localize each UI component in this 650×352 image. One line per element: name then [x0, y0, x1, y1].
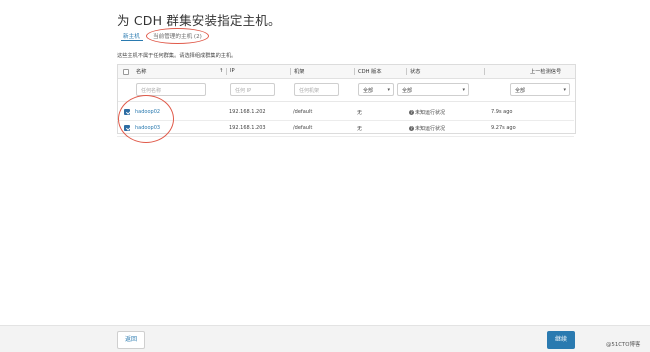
column-header-cdh-version[interactable]: CDH 版本 [358, 68, 382, 75]
column-header-ip[interactable]: IP [230, 68, 235, 74]
tab-new-hosts[interactable]: 新主机 [123, 32, 140, 40]
host-ip: 192.168.1.202 [229, 109, 266, 115]
column-separator [406, 68, 407, 75]
last-heartbeat-filter-select[interactable]: 全部 ▾ [510, 83, 570, 96]
sort-ascending-icon[interactable]: ↑ [219, 68, 223, 74]
column-separator [354, 68, 355, 75]
watermark: @51CTO博客 [606, 342, 641, 348]
chevron-down-icon: ▾ [462, 87, 465, 93]
cdh-specify-hosts-page: 为 CDH 群集安装指定主机。 新主机 当前管理的主机 (2) 这些主机不属于任… [0, 0, 650, 352]
table-row[interactable]: hadoop02 192.168.1.202 /default 无 ? 未知运行状… [117, 104, 574, 121]
annotation-ellipse-tab [146, 28, 209, 44]
select-all-checkbox[interactable] [123, 68, 129, 75]
column-separator [484, 68, 485, 75]
rack-filter-input[interactable]: 任何机架 [294, 83, 339, 96]
filter-row: 任何名称 任何 IP 任何机架 全部 ▾ 全部 ▾ 全部 ▾ [118, 78, 575, 102]
page-title: 为 CDH 群集安装指定主机。 [117, 13, 281, 28]
host-status-text: 未知运行状况 [415, 126, 446, 132]
chevron-down-icon: ▾ [387, 87, 390, 93]
status-filter-value: 全部 [402, 88, 413, 94]
hosts-notice: 这些主机不属于任何群集。请选择组成群集的主机。 [117, 53, 237, 59]
host-last-heartbeat: 7.9s ago [491, 109, 513, 115]
host-cdh-version: 无 [357, 126, 363, 132]
host-last-heartbeat: 9.27s ago [491, 125, 516, 131]
back-button[interactable]: 返回 [117, 331, 145, 349]
chevron-down-icon: ▾ [563, 87, 566, 93]
help-icon: ? [409, 110, 414, 115]
host-status: ? 未知运行状况 [409, 109, 445, 116]
status-filter-select[interactable]: 全部 ▾ [397, 83, 469, 96]
host-rack: /default [293, 109, 313, 115]
column-header-rack[interactable]: 机架 [294, 68, 304, 75]
cdh-version-filter-value: 全部 [363, 88, 374, 94]
table-row[interactable]: hadoop03 192.168.1.203 /default 无 ? 未知运行状… [117, 120, 574, 137]
host-rack: /default [293, 125, 313, 131]
ip-filter-input[interactable]: 任何 IP [230, 83, 275, 96]
continue-button[interactable]: 继续 [547, 331, 575, 349]
cdh-version-filter-select[interactable]: 全部 ▾ [358, 83, 394, 96]
host-status: ? 未知运行状况 [409, 125, 445, 132]
column-separator [226, 68, 227, 75]
annotation-ellipse-hosts [118, 95, 174, 143]
column-header-name[interactable]: 名称 [136, 68, 146, 75]
host-status-text: 未知运行状况 [415, 110, 446, 116]
host-ip: 192.168.1.203 [229, 125, 266, 131]
column-separator [290, 68, 291, 75]
active-tab-indicator [121, 40, 143, 41]
column-header-last-heartbeat[interactable]: 上一检测信号 [530, 68, 561, 75]
help-icon: ? [409, 126, 414, 131]
table-header: 名称 ↑ IP 机架 CDH 版本 状态 上一检测信号 [118, 65, 575, 79]
column-header-status[interactable]: 状态 [410, 68, 420, 75]
last-heartbeat-filter-value: 全部 [515, 88, 526, 94]
host-cdh-version: 无 [357, 110, 363, 116]
